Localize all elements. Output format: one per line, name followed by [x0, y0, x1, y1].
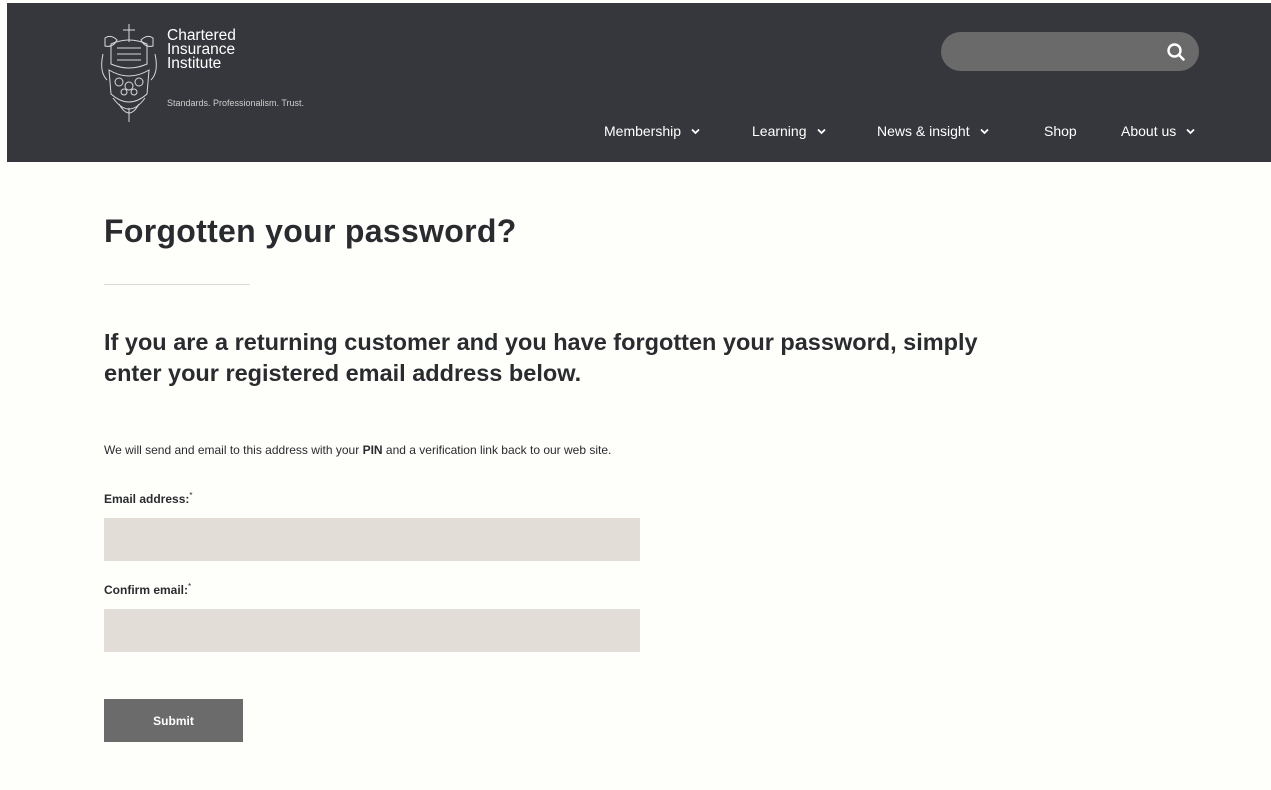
intro-text: We will send and email to this address w… — [104, 443, 611, 457]
site-logo[interactable]: Chartered Insurance Institute Standards.… — [97, 20, 357, 125]
chevron-down-icon — [816, 128, 826, 134]
page-title: Forgotten your password? — [104, 213, 517, 249]
required-mark: * — [189, 491, 193, 500]
nav-label: About us — [1121, 123, 1177, 139]
required-mark: * — [188, 582, 192, 591]
intro-text-end: and a verification link back to our web … — [382, 443, 612, 457]
logo-line-3: Institute — [167, 55, 222, 72]
logo-tagline: Standards. Professionalism. Trust. — [167, 98, 305, 108]
crest-icon — [101, 24, 157, 122]
confirm-email-label-text: Confirm email: — [104, 583, 189, 597]
chevron-down-icon — [1186, 128, 1195, 134]
chevron-down-icon — [979, 128, 989, 134]
search-input[interactable] — [941, 32, 1199, 71]
search-button[interactable] — [1164, 40, 1188, 64]
nav-item-shop[interactable]: Shop — [1044, 123, 1077, 139]
nav-item-news-insight[interactable]: News & insight — [877, 123, 989, 139]
search-icon — [1167, 43, 1185, 61]
logo-wordmark: Chartered Insurance Institute — [167, 28, 236, 72]
email-label-text: Email address: — [104, 492, 190, 506]
nav-item-about-us[interactable]: About us — [1121, 123, 1195, 139]
email-label: Email address:* — [104, 491, 193, 506]
nav-label: News & insight — [877, 123, 970, 139]
intro-text-pin: PIN — [362, 443, 383, 457]
confirm-email-label: Confirm email:* — [104, 582, 191, 597]
title-divider — [104, 284, 250, 285]
chevron-down-icon — [691, 128, 700, 134]
nav-label: Membership — [604, 123, 682, 139]
page-subtitle: If you are a returning customer and you … — [104, 329, 978, 386]
nav-label: Shop — [1044, 123, 1077, 139]
email-field[interactable] — [104, 518, 640, 561]
main-nav: Membership Learning News & insight Shop … — [0, 123, 1271, 143]
confirm-email-field[interactable] — [104, 609, 640, 652]
nav-item-learning[interactable]: Learning — [752, 123, 826, 139]
submit-button[interactable]: Submit — [104, 699, 243, 742]
nav-label: Learning — [752, 123, 807, 139]
nav-item-membership[interactable]: Membership — [604, 123, 700, 139]
intro-text-start: We will send and email to this address w… — [104, 443, 363, 457]
